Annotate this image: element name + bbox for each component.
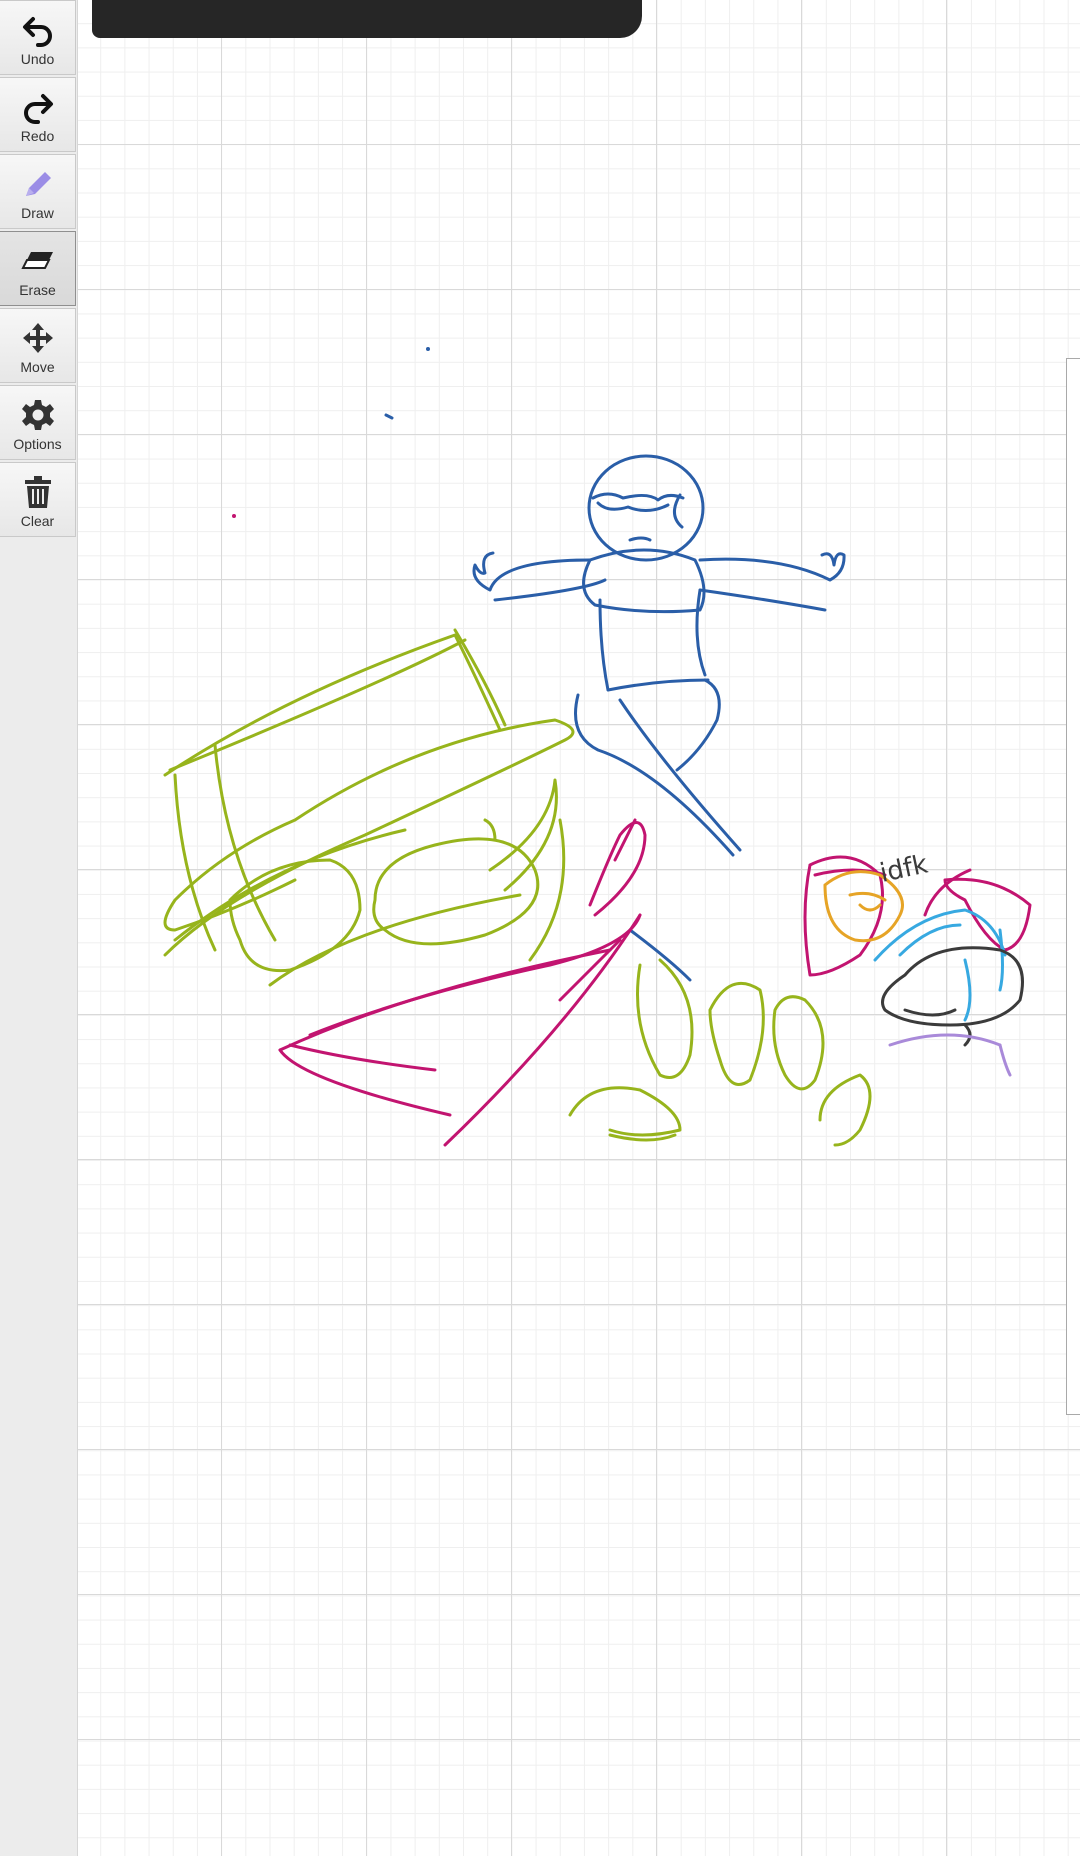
- options-label: Options: [13, 436, 62, 452]
- redo-icon: [19, 88, 57, 126]
- move-button[interactable]: Move: [0, 308, 76, 383]
- purple-stroke-sketch: [888, 1033, 1012, 1077]
- stray-dot: [232, 514, 236, 518]
- move-arrows-icon: [19, 319, 57, 357]
- drawing-layer: idfk: [163, 347, 1032, 1147]
- undo-button[interactable]: Undo: [0, 0, 76, 75]
- green-hat-sketch: [163, 628, 872, 1147]
- clear-button[interactable]: Clear: [0, 462, 76, 537]
- redo-label: Redo: [20, 128, 55, 144]
- gear-icon: [19, 396, 57, 434]
- blue-figure-sketch: [472, 454, 846, 982]
- draw-label: Draw: [21, 205, 54, 221]
- erase-button[interactable]: Erase: [0, 231, 76, 306]
- stray-dash: [384, 413, 394, 420]
- draw-button[interactable]: Draw: [0, 154, 76, 229]
- undo-label: Undo: [20, 51, 55, 67]
- move-label: Move: [20, 359, 55, 375]
- tool-sidebar: Undo Redo Draw Erase Move Options Clear: [0, 0, 78, 1856]
- options-button[interactable]: Options: [0, 385, 76, 460]
- pencil-icon: [19, 165, 57, 203]
- trash-icon: [19, 473, 57, 511]
- erase-label: Erase: [19, 282, 56, 298]
- stray-dot: [426, 347, 430, 351]
- doodle-text: idfk: [877, 850, 930, 889]
- undo-icon: [19, 11, 57, 49]
- eraser-icon: [19, 242, 57, 280]
- clear-label: Clear: [20, 513, 55, 529]
- redo-button[interactable]: Redo: [0, 77, 76, 152]
